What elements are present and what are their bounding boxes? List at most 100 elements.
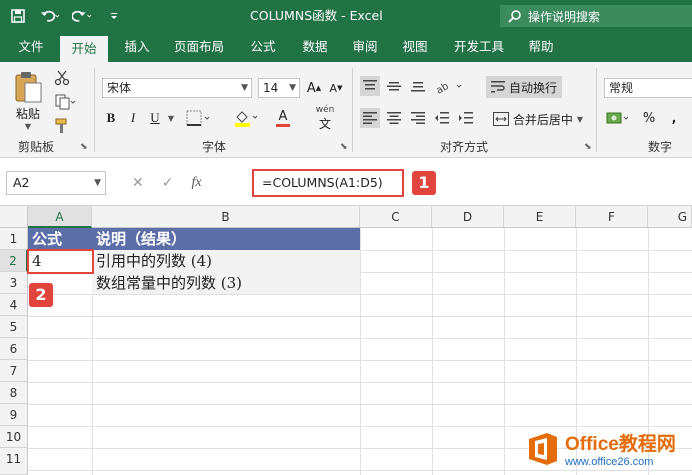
increase-indent-icon[interactable]	[456, 108, 476, 128]
wrap-text-button[interactable]: 自动换行	[486, 76, 562, 98]
row-header-1[interactable]: 1	[0, 228, 28, 250]
column-header-e[interactable]: E	[504, 206, 576, 228]
number-format-value: 常规	[609, 81, 634, 95]
percent-button[interactable]: %	[640, 108, 658, 128]
row-header-8[interactable]: 8	[0, 382, 28, 404]
undo-icon[interactable]	[40, 6, 60, 26]
group-divider	[596, 68, 597, 152]
font-name-combo[interactable]: 宋体 ▼	[102, 78, 252, 98]
window-title: COLUMNS函数 - Excel	[250, 8, 383, 23]
row-header-6[interactable]: 6	[0, 338, 28, 360]
tab-view[interactable]: 视图	[392, 32, 438, 62]
tab-developer[interactable]: 开发工具	[446, 32, 512, 62]
wrap-text-icon	[490, 81, 505, 93]
callout-badge-2: 2	[29, 283, 53, 307]
watermark-text: Office教程网 www.office26.com	[565, 429, 676, 468]
formula-input[interactable]: =COLUMNS(A1:D5)	[252, 169, 404, 197]
font-size-value: 14	[263, 81, 279, 95]
tab-help[interactable]: 帮助	[518, 32, 564, 62]
row-header-10[interactable]: 10	[0, 426, 28, 448]
row-header-2[interactable]: 2	[0, 250, 28, 272]
gridline	[360, 228, 361, 475]
align-middle-icon[interactable]	[384, 76, 404, 96]
save-icon[interactable]	[8, 6, 28, 26]
cell-b1[interactable]: 说明（结果）	[92, 228, 360, 250]
cancel-icon[interactable]: ✕	[132, 175, 144, 191]
name-box[interactable]: A2 ▼	[6, 171, 106, 195]
paste-label: 粘贴	[15, 107, 40, 121]
number-format-combo[interactable]: 常规	[604, 78, 692, 98]
column-header-f[interactable]: F	[576, 206, 648, 228]
column-header-g[interactable]: G	[648, 206, 692, 228]
watermark-url: www.office26.com	[565, 456, 654, 468]
accounting-format-icon[interactable]	[604, 108, 634, 128]
decrease-font-icon[interactable]: A ▼	[326, 78, 346, 98]
tab-review[interactable]: 审阅	[342, 32, 388, 62]
merge-center-button[interactable]: 合并后居中 ▼	[486, 108, 590, 130]
italic-button[interactable]: I	[124, 108, 142, 128]
format-painter-button[interactable]	[52, 116, 72, 136]
paste-button[interactable]: 粘贴 ▼	[10, 68, 46, 134]
row-header-9[interactable]: 9	[0, 404, 28, 426]
tell-me-label: 操作说明搜索	[528, 9, 601, 24]
fill-color-button[interactable]	[232, 108, 262, 128]
cell-b2[interactable]: 引用中的列数 (4)	[92, 250, 360, 272]
paste-icon	[15, 72, 42, 103]
tab-formulas[interactable]: 公式	[240, 32, 286, 62]
font-size-combo[interactable]: 14 ▼	[258, 78, 300, 98]
alignment-launcher-icon[interactable]: ⬊	[584, 142, 592, 152]
column-header-b[interactable]: B	[92, 206, 360, 228]
row-header-4[interactable]: 4	[0, 294, 28, 316]
font-group-label: 字体	[202, 140, 227, 154]
row-header-5[interactable]: 5	[0, 316, 28, 338]
orientation-icon[interactable]: ab	[432, 76, 468, 96]
select-all-corner[interactable]	[0, 206, 28, 228]
comma-style-icon[interactable]: ,	[664, 108, 684, 128]
copy-button[interactable]	[52, 92, 80, 112]
borders-button[interactable]	[184, 108, 214, 128]
column-header-d[interactable]: D	[432, 206, 504, 228]
redo-icon[interactable]	[72, 6, 92, 26]
decrease-indent-icon[interactable]	[432, 108, 452, 128]
column-header-c[interactable]: C	[360, 206, 432, 228]
align-center-icon[interactable]	[384, 108, 404, 128]
cut-button[interactable]	[52, 68, 72, 88]
row-header-3[interactable]: 3	[0, 272, 28, 294]
underline-button[interactable]: U	[146, 108, 164, 128]
font-launcher-icon[interactable]: ⬊	[340, 142, 348, 152]
watermark: Office教程网 www.office26.com	[525, 422, 692, 475]
font-name-value: 宋体	[107, 81, 132, 95]
svg-text:ab: ab	[435, 81, 451, 94]
phonetic-button[interactable]: wén 文	[308, 105, 342, 131]
insert-function-button[interactable]: fx	[191, 175, 201, 191]
font-color-button[interactable]: A	[268, 108, 298, 128]
enter-icon[interactable]: ✓	[162, 175, 174, 191]
cell-b3[interactable]: 数组常量中的列数 (3)	[92, 272, 360, 294]
tab-home[interactable]: 开始	[60, 36, 108, 62]
align-right-icon[interactable]	[408, 108, 428, 128]
tab-insert[interactable]: 插入	[114, 32, 160, 62]
column-header-a[interactable]: A	[28, 206, 92, 228]
group-divider	[352, 68, 353, 152]
formula-actions: ✕ ✓ fx	[116, 171, 246, 195]
wrap-text-label: 自动换行	[508, 80, 557, 95]
row-header-11[interactable]: 11	[0, 448, 28, 475]
chevron-down-icon[interactable]: ▼	[166, 112, 176, 124]
tell-me-search[interactable]: 操作说明搜索	[500, 5, 692, 27]
ribbon-tabs: 文件 开始 插入 页面布局 公式 数据 审阅 视图 开发工具 帮助	[0, 32, 692, 62]
callout-badge-1: 1	[412, 171, 436, 195]
office-logo-icon	[525, 431, 561, 467]
align-left-icon[interactable]	[360, 108, 380, 128]
bold-button[interactable]: B	[102, 108, 120, 128]
row-header-7[interactable]: 7	[0, 360, 28, 382]
align-bottom-icon[interactable]	[408, 76, 428, 96]
align-top-icon[interactable]	[360, 76, 380, 96]
customize-qat-icon[interactable]	[104, 6, 124, 26]
cell-a1[interactable]: 公式	[28, 228, 92, 250]
increase-font-icon[interactable]: A ▲	[304, 78, 324, 98]
tab-page-layout[interactable]: 页面布局	[166, 32, 232, 62]
formula-bar: A2 ▼ ✕ ✓ fx =COLUMNS(A1:D5) 1	[0, 158, 692, 206]
tab-file[interactable]: 文件	[8, 32, 54, 62]
clipboard-launcher-icon[interactable]: ⬊	[80, 142, 88, 152]
tab-data[interactable]: 数据	[292, 32, 338, 62]
